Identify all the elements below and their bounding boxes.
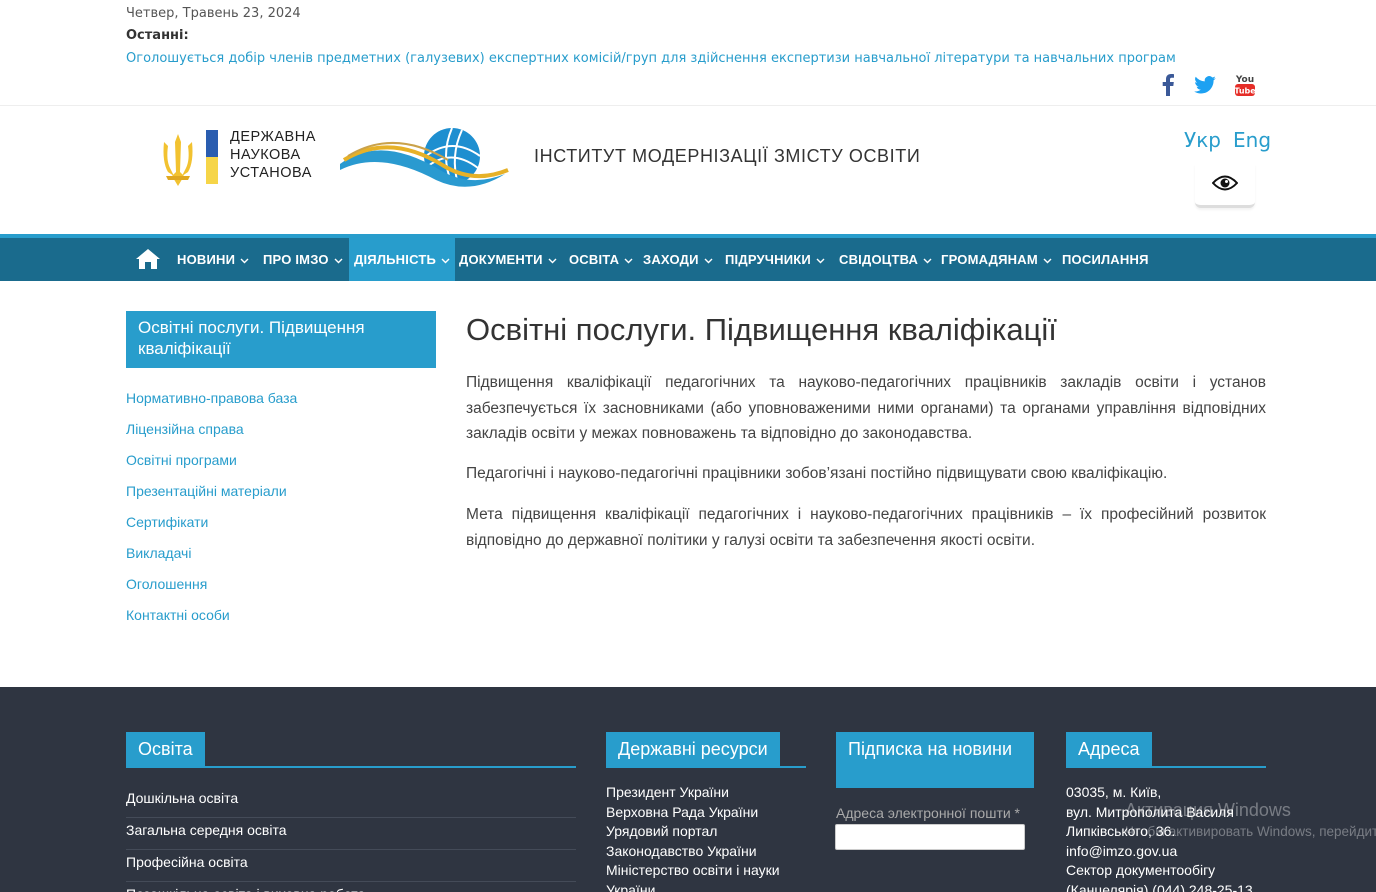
nav-item-textbooks[interactable]: ПІДРУЧНИКИ <box>723 238 827 281</box>
footer-edu-link[interactable]: Дошкільна освіта <box>126 786 576 818</box>
nav-item-label: ПОСИЛАННЯ <box>1062 252 1149 267</box>
chevron-down-icon <box>816 252 825 267</box>
address-email[interactable]: info@imzo.gov.ua <box>1066 842 1253 862</box>
nav-item-label: ДОКУМЕНТИ <box>459 252 543 267</box>
nav-item-links[interactable]: ПОСИЛАННЯ <box>1060 238 1151 281</box>
footer-divider <box>606 766 806 768</box>
email-field-label: Адреса электронної пошти * <box>836 805 1021 821</box>
latest-news-link[interactable]: Оголошується добір членів предметних (га… <box>126 51 1176 66</box>
sidebar-link[interactable]: Ліцензійна справа <box>126 421 244 437</box>
main-navigation: НОВИНИ ПРО ІМЗО ДІЯЛЬНІСТЬ ДОКУМЕНТИ ОСВ… <box>0 234 1376 281</box>
address-phone: (Канцелярія) (044) 248-25-13 <box>1066 881 1253 892</box>
nav-item-events[interactable]: ЗАХОДИ <box>641 238 715 281</box>
nav-item-documents[interactable]: ДОКУМЕНТИ <box>457 238 559 281</box>
youtube-icon[interactable]: You Tube <box>1232 72 1258 98</box>
nav-item-certificates[interactable]: СВІДОЦТВА <box>837 238 934 281</box>
chevron-down-icon <box>441 252 450 267</box>
nav-item-label: ГРОМАДЯНАМ <box>941 252 1038 267</box>
sidebar-title: Освітні послуги. Підвищення кваліфікації <box>126 311 436 368</box>
chevron-down-icon <box>704 252 713 267</box>
sidebar-link[interactable]: Нормативно-правова база <box>126 390 297 406</box>
sidebar-link[interactable]: Оголошення <box>126 576 207 592</box>
footer-subscribe-title: Підписка на новини <box>836 732 1034 788</box>
nav-item-label: НОВИНИ <box>177 252 236 267</box>
nav-item-label: ОСВІТА <box>569 252 620 267</box>
footer-edu-link[interactable]: Загальна середня освіта <box>126 818 576 850</box>
footer-resource-link[interactable]: Законодавство України <box>606 842 757 862</box>
sidebar-link[interactable]: Викладачі <box>126 545 191 561</box>
chevron-down-icon <box>334 252 343 267</box>
content-paragraph: Педагогічні і науково-педагогічні праців… <box>466 465 1168 482</box>
footer-resource-link[interactable]: України <box>606 881 655 892</box>
state-institution-line3: УСТАНОВА <box>230 165 312 181</box>
content-paragraph: Підвищення кваліфікації педагогічних та … <box>466 374 1266 442</box>
facebook-icon[interactable] <box>1155 72 1181 98</box>
nav-item-label: ПРО ІМЗО <box>263 252 329 267</box>
nav-item-citizens[interactable]: ГРОМАДЯНАМ <box>939 238 1054 281</box>
content-paragraph: Мета підвищення кваліфікації педагогічни… <box>466 506 1266 549</box>
current-date: Четвер, Травень 23, 2024 <box>126 6 301 21</box>
footer-resources-title: Державні ресурси <box>606 732 780 766</box>
state-institution-line1: ДЕРЖАВНА <box>230 129 316 145</box>
footer-edu-link[interactable]: Позашкільна освіта і виховна робота <box>126 882 576 892</box>
windows-activation-hint: Чтобы активировать Windows, перейдите до… <box>1125 824 1376 839</box>
state-institution-label: ДЕРЖАВНА НАУКОВА УСТАНОВА <box>230 128 316 182</box>
nav-item-label: ПІДРУЧНИКИ <box>725 252 811 267</box>
site-title: ІНСТИТУТ МОДЕРНІЗАЦІЇ ЗМІСТУ ОСВІТИ <box>534 146 921 166</box>
svg-text:You: You <box>1235 75 1254 85</box>
imzo-logo[interactable] <box>340 126 510 196</box>
accessibility-toggle[interactable] <box>1195 164 1255 208</box>
nav-item-about[interactable]: ПРО ІМЗО <box>261 238 345 281</box>
footer-resource-link[interactable]: Президент України <box>606 783 729 803</box>
address-line: Сектор документообігу <box>1066 862 1216 878</box>
lang-en-link[interactable]: Eng <box>1233 128 1271 152</box>
footer-address-title: Адреса <box>1066 732 1152 766</box>
site-header: ДЕРЖАВНА НАУКОВА УСТАНОВА ІНСТИТУТ МОДЕР… <box>0 106 1376 234</box>
footer-resource-link[interactable]: Верховна Рада України <box>606 803 758 823</box>
footer-divider <box>126 766 576 768</box>
state-institution-line2: НАУКОВА <box>230 147 301 163</box>
latest-news-label: Останні: <box>126 28 189 43</box>
footer-edu-link[interactable]: Професійна освіта <box>126 850 576 882</box>
windows-activation-watermark: Активация Windows <box>1125 800 1291 820</box>
page-title: Освітні послуги. Підвищення кваліфікації <box>466 312 1057 347</box>
chevron-down-icon <box>240 252 249 267</box>
flag-bar <box>206 130 218 184</box>
svg-text:Tube: Tube <box>1234 87 1256 96</box>
sidebar-link[interactable]: Презентаційні матеріали <box>126 483 287 499</box>
sidebar-link[interactable]: Освітні програми <box>126 452 237 468</box>
nav-item-label: СВІДОЦТВА <box>839 252 919 267</box>
footer-divider <box>1066 766 1266 768</box>
sidebar-link[interactable]: Сертифікати <box>126 514 208 530</box>
nav-item-education[interactable]: ОСВІТА <box>567 238 635 281</box>
twitter-icon[interactable] <box>1192 72 1218 98</box>
nav-item-label: ДІЯЛЬНІСТЬ <box>354 252 437 267</box>
chevron-down-icon <box>624 252 633 267</box>
nav-item-label: ЗАХОДИ <box>643 252 699 267</box>
chevron-down-icon <box>923 252 932 267</box>
footer-resource-link[interactable]: Міністерство освіти і науки <box>606 861 780 881</box>
chevron-down-icon <box>1043 252 1052 267</box>
email-field[interactable] <box>835 824 1025 850</box>
nav-item-news[interactable]: НОВИНИ <box>175 238 251 281</box>
trident-logo <box>160 132 196 192</box>
home-icon[interactable] <box>135 248 161 274</box>
footer-education-title: Освіта <box>126 732 205 766</box>
chevron-down-icon <box>548 252 557 267</box>
nav-item-activity[interactable]: ДІЯЛЬНІСТЬ <box>349 238 456 281</box>
top-bar: Четвер, Травень 23, 2024 Останні: Оголош… <box>0 0 1376 106</box>
lang-uk-link[interactable]: Укр <box>1184 128 1221 152</box>
sidebar-link[interactable]: Контактні особи <box>126 607 230 623</box>
footer-resource-link[interactable]: Урядовий портал <box>606 822 717 842</box>
eye-icon <box>1211 174 1239 196</box>
